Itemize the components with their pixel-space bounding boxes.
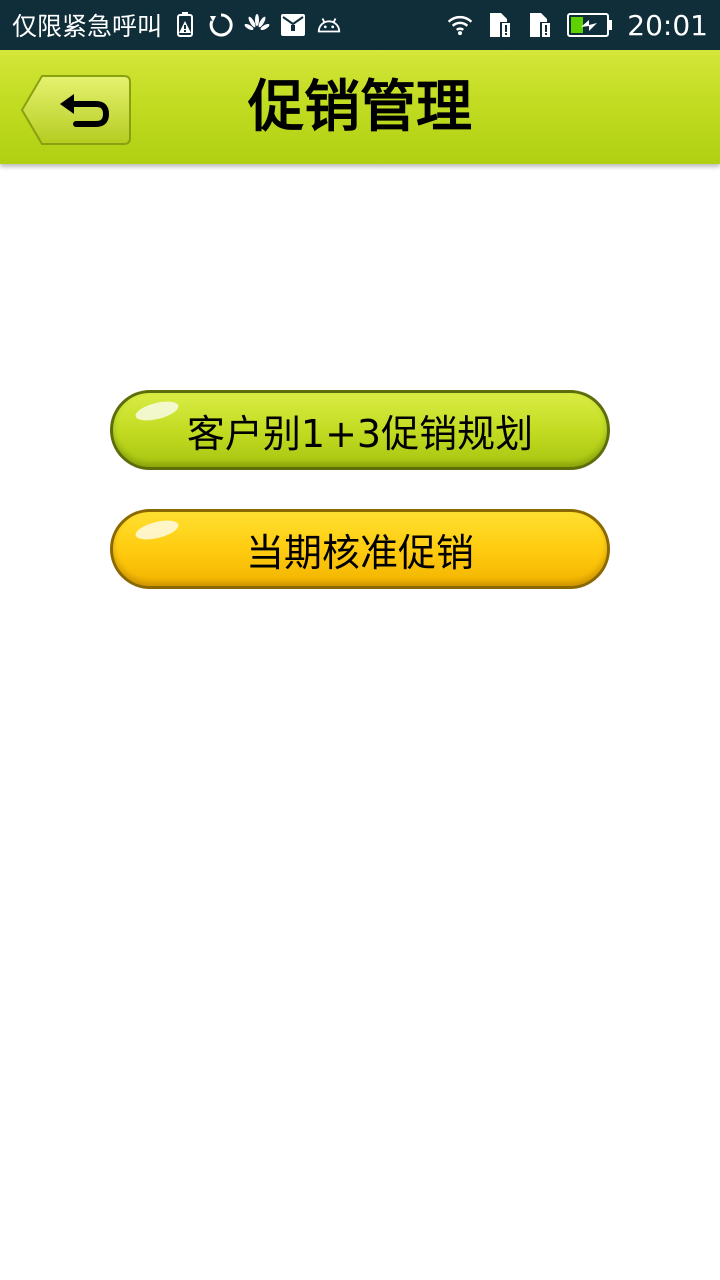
button-gloss [133,516,181,544]
title-bar: 促销管理 [0,50,720,164]
sync-icon [208,12,234,38]
button-label: 当期核准促销 [245,530,474,575]
button-label: 客户别1+3促销规划 [186,411,534,456]
status-bar-left: 仅限紧急呼叫 [12,7,447,43]
mail-icon [280,12,306,38]
sim2-alert-icon [527,12,553,38]
battery-charging-icon [567,12,613,38]
status-bar-right: 20:01 [447,9,708,42]
clock: 20:01 [627,8,708,42]
status-bar: 仅限紧急呼叫 20:01 [0,0,720,50]
button-gloss [133,397,181,425]
carrier-text: 仅限紧急呼叫 [12,12,163,41]
battery-alert-icon [172,12,198,38]
customer-promotion-plan-button[interactable]: 客户别1+3促销规划 [110,390,610,470]
sim1-alert-icon [487,12,513,38]
approved-promotion-button[interactable]: 当期核准促销 [110,509,610,589]
wifi-icon [447,12,473,38]
huawei-icon [244,12,270,38]
page-title: 促销管理 [248,75,472,140]
android-icon [316,12,342,38]
